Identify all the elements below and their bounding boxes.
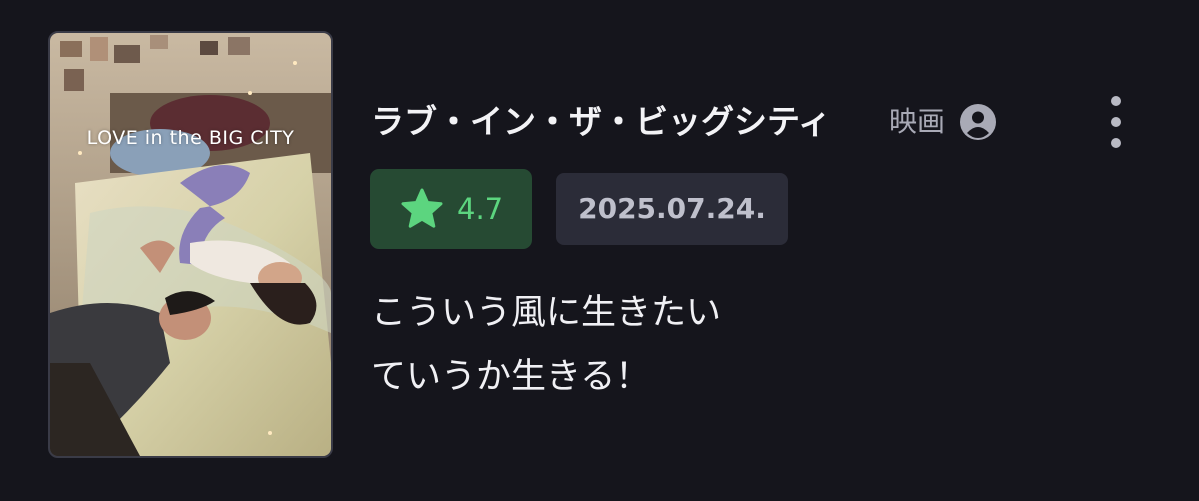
poster-illustration — [50, 33, 331, 456]
movie-title[interactable]: ラブ・イン・ザ・ビッグシティ — [371, 100, 831, 144]
rating-badge: 4.7 — [370, 169, 532, 249]
user-circle-icon[interactable] — [960, 104, 996, 140]
star-icon — [401, 188, 443, 228]
review-card[interactable]: LOVE in the BIG CITY ラブ・イン・ザ・ビッグシティ 映画 4… — [0, 0, 1199, 501]
date-badge: 2025.07.24. — [556, 173, 788, 245]
comment-line-1: こういう風に生きたい — [371, 293, 722, 333]
watched-date: 2025.07.24. — [578, 192, 766, 225]
media-type-label: 映画 — [889, 105, 946, 138]
poster-image[interactable]: LOVE in the BIG CITY — [48, 31, 333, 458]
poster-title-art: LOVE in the BIG CITY — [86, 127, 295, 149]
comment-line-2: ていうか生きる！ — [371, 357, 651, 397]
rating-value: 4.7 — [457, 192, 504, 226]
more-vertical-icon[interactable] — [1100, 92, 1132, 152]
review-comment: こういう風に生きたい ていうか生きる！ — [371, 281, 721, 409]
